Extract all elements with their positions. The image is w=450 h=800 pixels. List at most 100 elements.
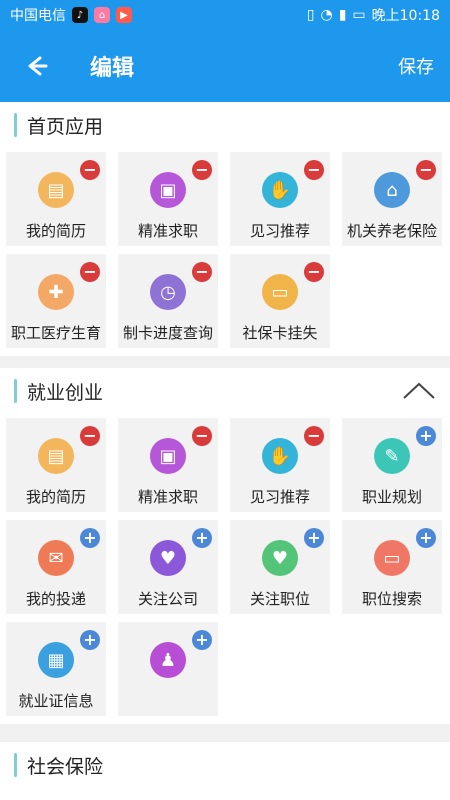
section-divider <box>0 356 450 368</box>
app-tile[interactable]: ✋ 见习推荐 − <box>230 152 330 246</box>
arrow-left-icon <box>28 56 48 76</box>
app-label: 社保卡挂失 <box>242 324 318 342</box>
app-label: 我的简历 <box>25 488 86 506</box>
app-tile[interactable]: ▤ 我的简历 − <box>6 152 106 246</box>
remove-icon[interactable]: − <box>416 160 436 180</box>
app-label: 职业规划 <box>361 488 422 506</box>
add-icon[interactable]: + <box>192 630 212 650</box>
add-icon[interactable]: + <box>416 528 436 548</box>
collapse-button[interactable] <box>402 379 436 403</box>
send-icon: ✉ <box>38 540 74 576</box>
add-icon[interactable]: + <box>192 528 212 548</box>
app-label: 精准求职 <box>137 222 198 240</box>
video-app-icon: ▶ <box>116 7 132 23</box>
clock-icon: ◷ <box>150 274 186 310</box>
section-divider <box>0 724 450 742</box>
add-icon[interactable]: + <box>304 528 324 548</box>
app-tile[interactable]: ⌂ 机关养老保险 − <box>342 152 442 246</box>
app-label: 精准求职 <box>137 488 198 506</box>
page-title: 编辑 <box>90 56 135 81</box>
social-insurance-section: 社会保险 <box>0 742 450 788</box>
app-label: 见习推荐 <box>249 222 310 240</box>
status-bar: 中国电信 ♪ ⌂ ▶ ▯ ◔ ▮ ▭ 晚上10:18 <box>0 0 450 30</box>
tools-icon: ✎ <box>374 438 410 474</box>
app-tile[interactable]: ▣ 精准求职 − <box>118 152 218 246</box>
app-tile[interactable]: ♟ + <box>118 622 218 716</box>
app-tile[interactable]: ✋ 见习推荐 − <box>230 418 330 512</box>
app-grid: ▤ 我的简历 − ▣ 精准求职 − ✋ 见习推荐 − ✎ 职业规划 + ✉ 我的投递 + ♥ 关注公司 + ♥ 关注职… <box>0 414 450 724</box>
app-tile[interactable]: ▭ 社保卡挂失 − <box>230 254 330 348</box>
remove-icon[interactable]: − <box>304 160 324 180</box>
heart-icon: ♥ <box>262 540 298 576</box>
hand-icon: ✋ <box>262 438 298 474</box>
signal-icon: ▮ <box>338 7 347 23</box>
app-label: 职位搜索 <box>361 590 422 608</box>
section-header: 社会保险 <box>0 742 450 788</box>
remove-icon[interactable]: − <box>304 262 324 282</box>
resume-icon: ▤ <box>38 438 74 474</box>
app-grid: ▤ 我的简历 − ▣ 精准求职 − ✋ 见习推荐 − ⌂ 机关养老保险 − ✚ 职工医疗生育 − ◷ 制卡进度查… <box>0 148 450 356</box>
building-icon: ⌂ <box>374 172 410 208</box>
remove-icon[interactable]: − <box>304 426 324 446</box>
app-tile[interactable]: ▣ 精准求职 − <box>118 418 218 512</box>
top-app-bar: 编辑 保存 <box>0 30 450 102</box>
app-label: 我的简历 <box>25 222 86 240</box>
section-accent-bar <box>14 753 17 777</box>
time-text: 晚上10:18 <box>371 8 440 24</box>
app-tile[interactable]: ✚ 职工医疗生育 − <box>6 254 106 348</box>
app-tile[interactable]: ▭ 职位搜索 + <box>342 520 442 614</box>
heart-company-icon: ♥ <box>150 540 186 576</box>
section-title: 就业创业 <box>27 381 104 404</box>
app-label: 我的投递 <box>25 590 86 608</box>
section-accent-bar <box>14 379 17 403</box>
app-tile[interactable]: ◷ 制卡进度查询 − <box>118 254 218 348</box>
medical-icon: ✚ <box>38 274 74 310</box>
remove-icon[interactable]: − <box>192 426 212 446</box>
tiktok-icon: ♪ <box>72 7 88 23</box>
section-title: 社会保险 <box>27 755 104 778</box>
chevron-up-icon <box>403 382 435 399</box>
add-icon[interactable]: + <box>80 630 100 650</box>
remove-icon[interactable]: − <box>80 426 100 446</box>
battery-icon: ▭ <box>352 7 366 23</box>
app-tile[interactable]: ✎ 职业规划 + <box>342 418 442 512</box>
app-label: 制卡进度查询 <box>122 324 213 342</box>
section-header: 首页应用 <box>0 102 450 148</box>
monitor-icon: ▭ <box>374 540 410 576</box>
hand-icon: ✋ <box>262 172 298 208</box>
add-icon[interactable]: + <box>416 426 436 446</box>
app-label: 关注职位 <box>249 590 310 608</box>
resume-icon: ▤ <box>38 172 74 208</box>
section-title: 首页应用 <box>27 115 104 138</box>
vibrate-icon: ▯ <box>306 7 315 23</box>
carrier-text: 中国电信 <box>10 8 66 24</box>
app-label: 就业证信息 <box>18 692 94 710</box>
home-apps-section: 首页应用 ▤ 我的简历 − ▣ 精准求职 − ✋ 见习推荐 − ⌂ 机关养老保险 − ✚ 职工医疗生育 − ◷… <box>0 102 450 356</box>
remove-icon[interactable]: − <box>192 262 212 282</box>
app-label: 见习推荐 <box>249 488 310 506</box>
app-label: 机关养老保险 <box>346 222 437 240</box>
section-accent-bar <box>14 113 17 137</box>
app-tile[interactable]: ♥ 关注职位 + <box>230 520 330 614</box>
back-button[interactable] <box>16 46 56 86</box>
card-icon: ▭ <box>262 274 298 310</box>
briefcase-icon: ▣ <box>150 172 186 208</box>
remove-icon[interactable]: − <box>80 262 100 282</box>
app-label: 关注公司 <box>137 590 198 608</box>
app-tile[interactable]: ▤ 我的简历 − <box>6 418 106 512</box>
employment-section: 就业创业 ▤ 我的简历 − ▣ 精准求职 − ✋ 见习推荐 − ✎ 职业规划 + ✉ 我的投递 + ♥ 关注公司… <box>0 368 450 724</box>
wifi-icon: ◔ <box>320 7 333 23</box>
remove-icon[interactable]: − <box>192 160 212 180</box>
save-button[interactable]: 保存 <box>398 53 434 79</box>
briefcase-icon: ▣ <box>150 438 186 474</box>
app-tile[interactable]: ♥ 关注公司 + <box>118 520 218 614</box>
remove-icon[interactable]: − <box>80 160 100 180</box>
add-icon[interactable]: + <box>80 528 100 548</box>
people-icon: ♟ <box>150 642 186 678</box>
id-card-icon: ▦ <box>38 642 74 678</box>
app-label: 职工医疗生育 <box>10 324 101 342</box>
section-header: 就业创业 <box>0 368 450 414</box>
app-tile[interactable]: ✉ 我的投递 + <box>6 520 106 614</box>
home-app-icon: ⌂ <box>94 7 110 23</box>
app-tile[interactable]: ▦ 就业证信息 + <box>6 622 106 716</box>
